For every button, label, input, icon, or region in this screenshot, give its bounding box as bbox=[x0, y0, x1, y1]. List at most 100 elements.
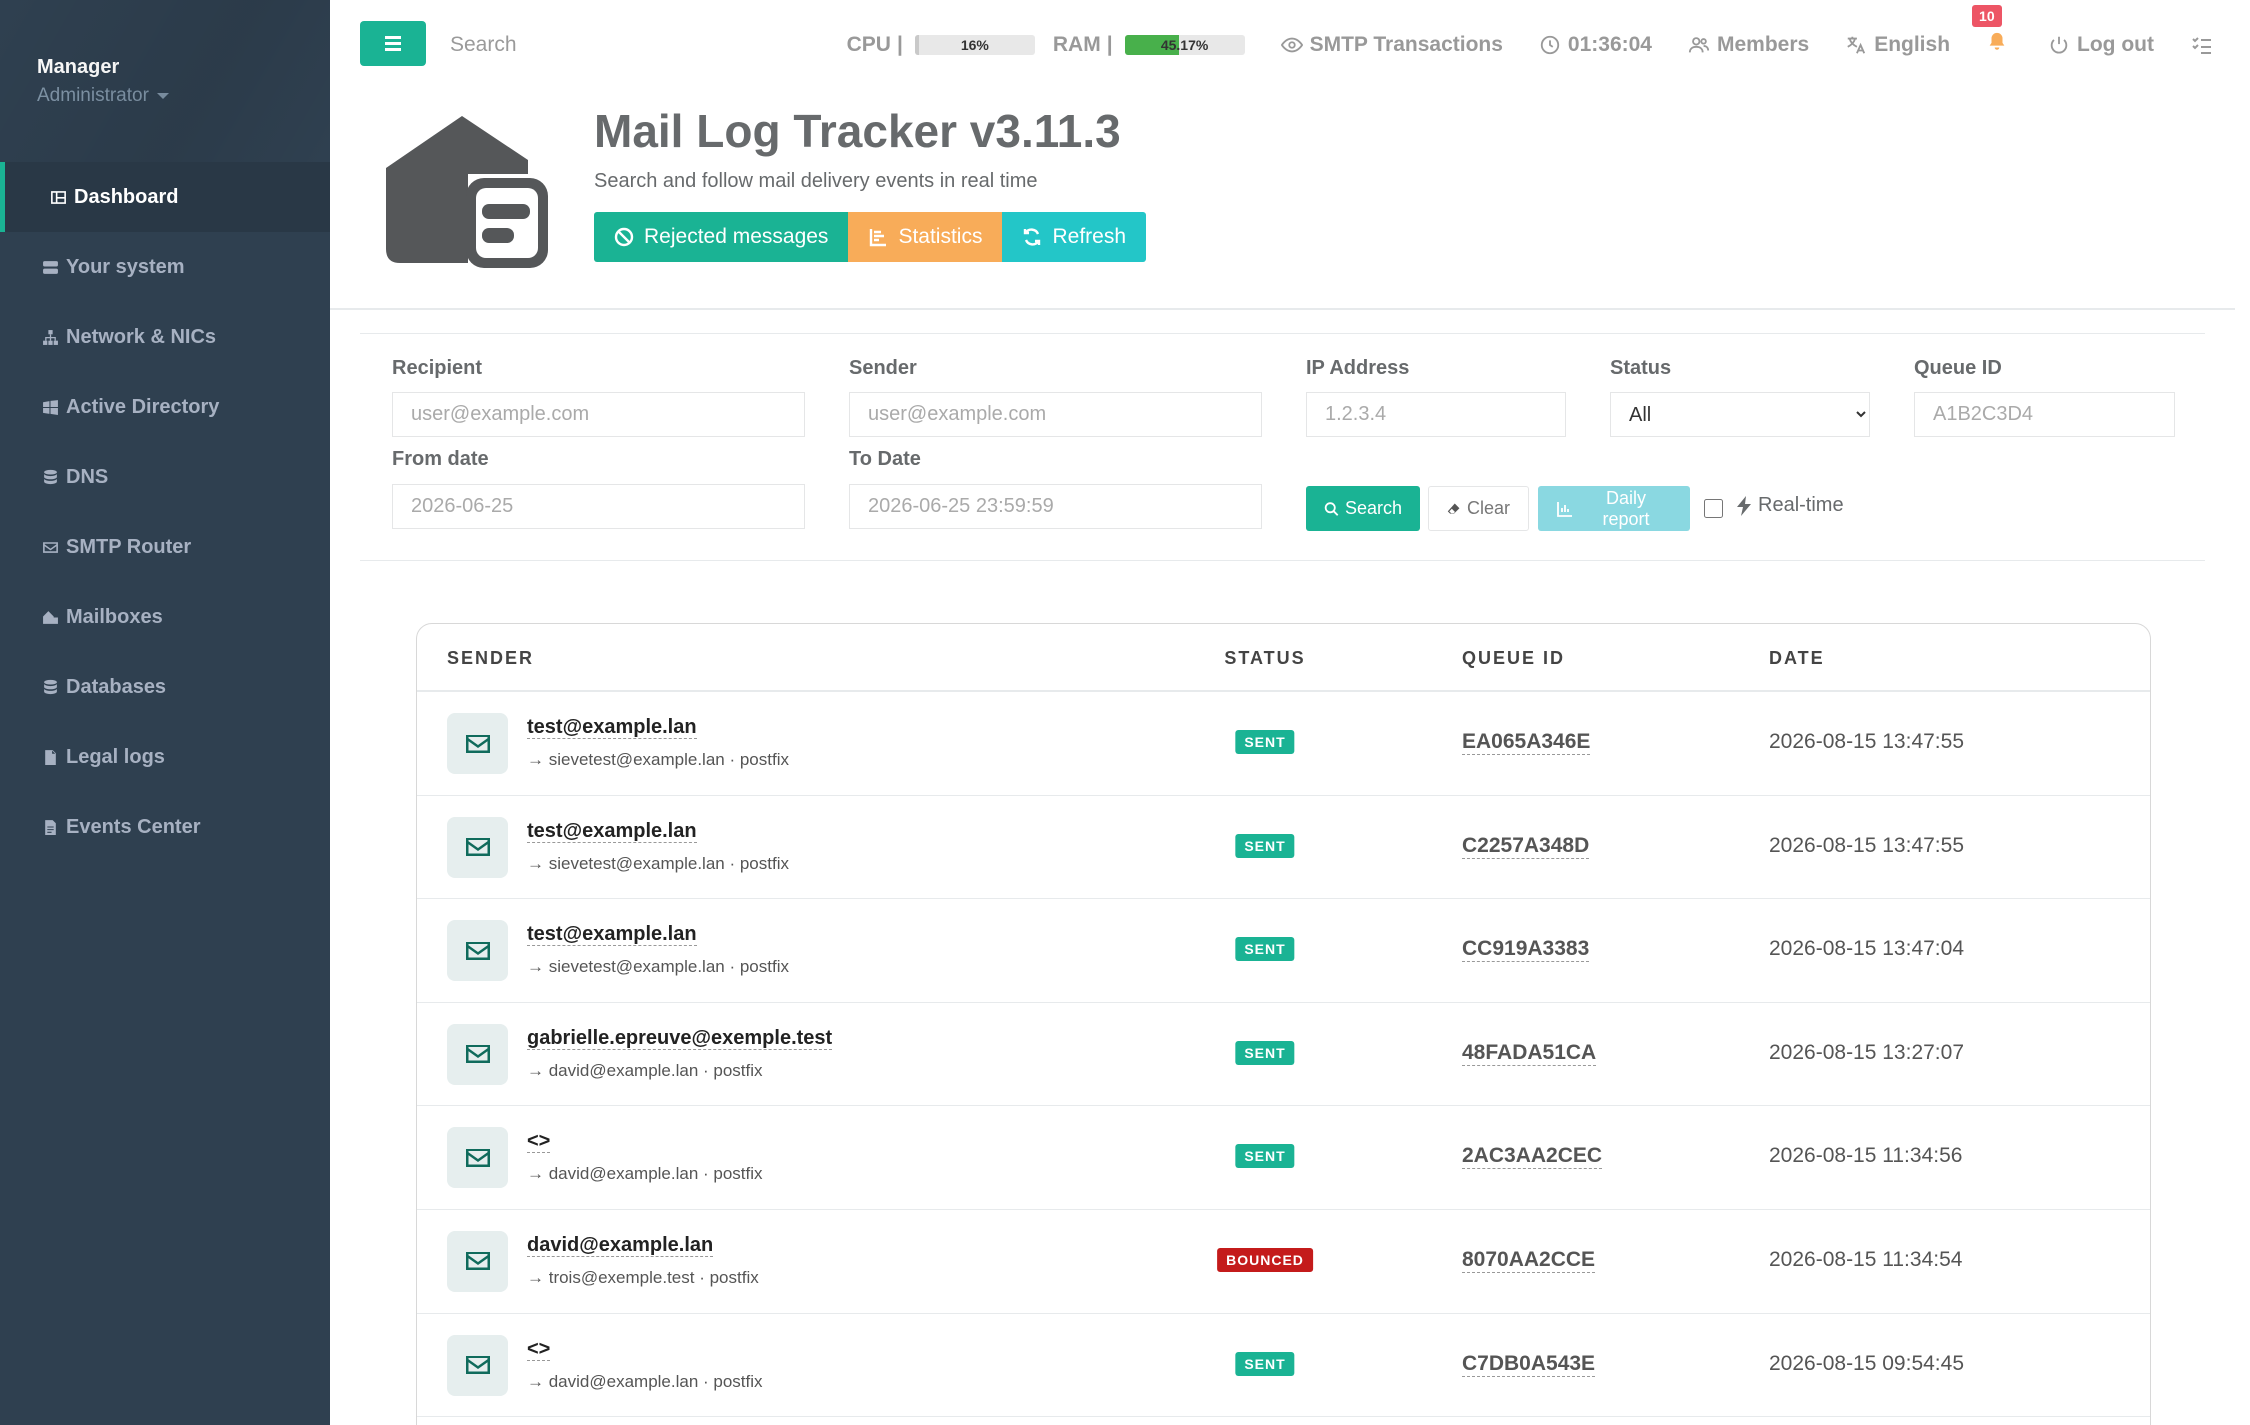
envelope-icon bbox=[465, 1045, 490, 1064]
daily-report-button[interactable]: Daily report bbox=[1538, 486, 1690, 531]
daily-report-label: Daily report bbox=[1602, 487, 1650, 529]
language-switcher[interactable]: English bbox=[1845, 33, 1950, 57]
status-select[interactable]: All bbox=[1610, 392, 1870, 437]
clear-button[interactable]: Clear bbox=[1428, 486, 1529, 531]
row-recipient-meta: → david@example.lan · postfix bbox=[527, 1164, 763, 1184]
row-queue-id-link[interactable]: C7DB0A543E bbox=[1462, 1352, 1596, 1377]
envelope-icon bbox=[465, 941, 490, 960]
eraser-icon bbox=[1447, 503, 1460, 514]
column-header-sender[interactable]: SENDER bbox=[447, 648, 534, 669]
to-date-input[interactable] bbox=[849, 484, 1262, 529]
envelope-icon bbox=[40, 538, 60, 556]
column-header-queue-id[interactable]: QUEUE ID bbox=[1462, 648, 1565, 669]
realtime-checkbox[interactable] bbox=[1704, 499, 1723, 518]
message-type-badge bbox=[447, 713, 508, 774]
server-icon bbox=[40, 258, 60, 276]
row-queue-id-link[interactable]: 2AC3AA2CEC bbox=[1462, 1144, 1603, 1170]
ip-address-input[interactable] bbox=[1306, 392, 1566, 437]
sidebar-item-dns[interactable]: DNS bbox=[0, 442, 330, 512]
row-queue-id-link[interactable]: 48FADA51CA bbox=[1462, 1041, 1597, 1066]
user-profile: Manager Administrator bbox=[0, 0, 330, 162]
table-row[interactable]: test@example.lan → sievetest@example.lan… bbox=[417, 899, 2150, 1003]
sidebar-item-label: Dashboard bbox=[74, 185, 179, 208]
members-link[interactable]: Members bbox=[1688, 33, 1809, 57]
row-queue-id-link[interactable]: 8070AA2CCE bbox=[1462, 1248, 1596, 1273]
user-role-dropdown[interactable]: Administrator bbox=[37, 85, 330, 107]
row-sender-link[interactable]: <> bbox=[527, 1338, 551, 1361]
hamburger-icon bbox=[385, 42, 401, 45]
search-button-label: Search bbox=[1344, 498, 1402, 518]
sidebar-item-dashboard[interactable]: Dashboard bbox=[0, 162, 330, 232]
from-date-input[interactable] bbox=[392, 484, 805, 529]
sender-input[interactable] bbox=[849, 392, 1262, 437]
table-row[interactable]: test@example.lan → sievetest@example.lan… bbox=[417, 692, 2150, 796]
recipient-input[interactable] bbox=[392, 392, 805, 437]
realtime-toggle-label[interactable]: Real-time bbox=[1736, 494, 1844, 517]
sidebar-item-active-directory[interactable]: Active Directory bbox=[0, 372, 330, 442]
sidebar-item-smtp-router[interactable]: SMTP Router bbox=[0, 512, 330, 582]
file-text-icon bbox=[40, 818, 60, 836]
statistics-button[interactable]: Statistics bbox=[848, 212, 1003, 262]
row-sender-link[interactable]: <> bbox=[527, 1130, 551, 1154]
logout-button[interactable]: Log out bbox=[2048, 33, 2154, 57]
status-badge: SENT bbox=[1235, 730, 1295, 754]
status-badge: SENT bbox=[1235, 1040, 1295, 1065]
sidebar-item-label: Mailboxes bbox=[66, 605, 163, 628]
sidebar-item-databases[interactable]: Databases bbox=[0, 652, 330, 722]
ram-meter: RAM | 45.17% bbox=[1053, 33, 1245, 57]
queue-id-input[interactable] bbox=[1914, 392, 2175, 437]
sidebar-item-label: Network & NICs bbox=[66, 325, 217, 348]
row-sender-link[interactable]: test@example.lan bbox=[527, 716, 697, 739]
sidebar-item-label: DNS bbox=[66, 465, 109, 488]
column-header-date[interactable]: DATE bbox=[1769, 648, 1825, 669]
table-row[interactable]: <> → david@example.lan · postfix SENT 2A… bbox=[417, 1106, 2150, 1210]
row-sender-link[interactable]: test@example.lan bbox=[527, 923, 697, 947]
language-label: English bbox=[1874, 33, 1951, 56]
table-row[interactable]: david@example.lan → trois@exemple.test ·… bbox=[417, 1210, 2150, 1314]
refresh-button[interactable]: Refresh bbox=[1002, 212, 1146, 262]
mail-log-table: SENDER STATUS QUEUE ID DATE test@example… bbox=[416, 623, 2151, 1425]
mail-house-logo-icon bbox=[386, 116, 548, 268]
row-queue-id-link[interactable]: CC919A3383 bbox=[1462, 937, 1590, 963]
rejected-messages-button[interactable]: Rejected messages bbox=[594, 212, 849, 262]
sidebar: Manager Administrator Dashboard Your sys… bbox=[0, 0, 330, 1425]
row-date: 2026-08-15 13:47:55 bbox=[1769, 730, 1964, 753]
row-sender-link[interactable]: test@example.lan bbox=[527, 820, 697, 843]
page-subtitle: Search and follow mail delivery events i… bbox=[594, 170, 1038, 192]
row-queue-id-link[interactable]: EA065A346E bbox=[1462, 730, 1591, 755]
toggle-sidebar-button[interactable] bbox=[360, 21, 426, 66]
sidebar-item-legal-logs[interactable]: Legal logs bbox=[0, 722, 330, 792]
row-queue-id-link[interactable]: C2257A348D bbox=[1462, 834, 1590, 859]
table-row[interactable]: test@example.lan → sievetest@example.lan… bbox=[417, 796, 2150, 900]
sidebar-item-network[interactable]: Network & NICs bbox=[0, 302, 330, 372]
smtp-transactions-link[interactable]: SMTP Transactions bbox=[1280, 33, 1503, 57]
message-type-badge bbox=[447, 920, 508, 982]
power-icon bbox=[2050, 36, 2068, 54]
row-sender-link[interactable]: gabrielle.epreuve@exemple.test bbox=[527, 1027, 833, 1050]
envelope-icon bbox=[465, 1252, 490, 1271]
sidebar-item-mailboxes[interactable]: Mailboxes bbox=[0, 582, 330, 652]
column-header-status[interactable]: STATUS bbox=[1224, 648, 1305, 669]
cpu-meter: CPU | 16% bbox=[847, 33, 1035, 57]
tasks-button[interactable] bbox=[2190, 33, 2214, 57]
row-sender-link[interactable]: david@example.lan bbox=[527, 1234, 714, 1257]
global-search-input[interactable] bbox=[450, 28, 750, 62]
search-button[interactable]: Search bbox=[1306, 486, 1420, 531]
user-role: Administrator bbox=[37, 85, 149, 106]
file-icon bbox=[40, 748, 60, 766]
windows-icon bbox=[40, 398, 60, 416]
bar-chart-icon bbox=[1557, 501, 1572, 517]
message-type-badge bbox=[447, 816, 508, 878]
table-row[interactable]: gabrielle.epreuve@exemple.test → david@e… bbox=[417, 1003, 2150, 1107]
sidebar-item-your-system[interactable]: Your system bbox=[0, 232, 330, 302]
status-badge: SENT bbox=[1235, 1144, 1295, 1169]
row-date: 2026-08-15 11:34:56 bbox=[1769, 1144, 1963, 1168]
notifications-button[interactable]: 10 bbox=[1972, 5, 2008, 59]
translate-icon bbox=[1847, 36, 1866, 54]
queue-id-label: Queue ID bbox=[1914, 357, 2002, 379]
sidebar-item-events-center[interactable]: Events Center bbox=[0, 792, 330, 862]
ram-label: RAM bbox=[1052, 33, 1101, 56]
table-row[interactable]: <> → david@example.lan · postfix SENT C7… bbox=[417, 1314, 2150, 1418]
ban-icon bbox=[614, 227, 634, 247]
app-header: Mail Log Tracker v3.11.3 Search and foll… bbox=[330, 90, 2235, 310]
